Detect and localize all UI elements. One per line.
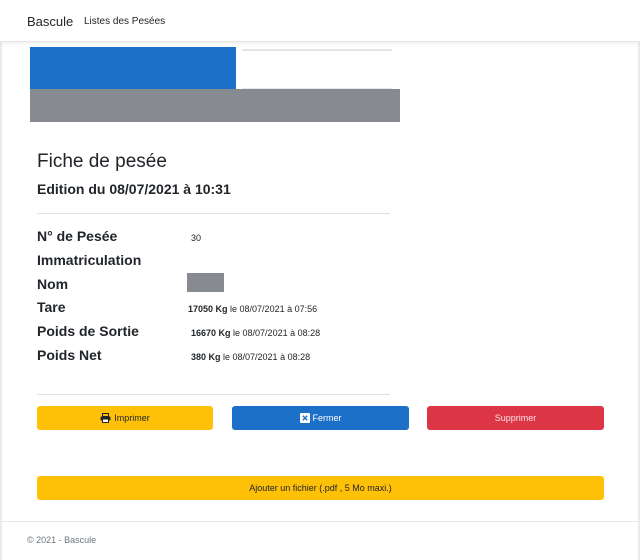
page-subtitle: Edition du 08/07/2021 à 10:31 (37, 181, 231, 197)
sortie-date: le 08/07/2021 à 08:28 (230, 328, 321, 338)
net-weight: 380 Kg (191, 352, 221, 362)
label-nom: Nom (37, 276, 69, 292)
printer-icon (100, 413, 111, 423)
top-navbar: Bascule Listes des Pesées (0, 0, 640, 42)
value-poids-sortie: 16670 Kg le 08/07/2021 à 08:28 (191, 328, 320, 338)
print-button-label: Imprimer (114, 413, 150, 423)
value-numero-pesee: 30 (191, 233, 202, 243)
value-tare: 17050 Kg le 08/07/2021 à 07:56 (188, 304, 317, 314)
footer-divider (0, 521, 640, 522)
label-poids-net: Poids Net (37, 347, 102, 363)
page-title: Fiche de pesée (37, 151, 167, 172)
delete-button[interactable]: Supprimer (427, 406, 604, 430)
value-poids-net: 380 Kg le 08/07/2021 à 08:28 (191, 352, 310, 362)
redacted-block (30, 89, 400, 122)
divider-top (37, 213, 390, 214)
tare-weight: 17050 Kg (188, 304, 228, 314)
redacted-nom-value (187, 273, 224, 292)
delete-button-label: Supprimer (494, 413, 537, 423)
footer: © 2021 - Bascule (27, 535, 97, 545)
label-tare: Tare (37, 299, 66, 315)
close-button[interactable]: Fermer (232, 406, 409, 430)
label-numero-pesee: N° de Pesée (37, 228, 118, 244)
label-poids-sortie: Poids de Sortie (37, 323, 139, 339)
faint-text-line (242, 49, 392, 51)
brand-link[interactable]: Bascule (27, 14, 73, 29)
divider-bottom (37, 394, 390, 395)
sortie-weight: 16670 Kg (191, 328, 231, 338)
tare-date: le 08/07/2021 à 07:56 (227, 304, 318, 314)
nav-link-listes-pesees[interactable]: Listes des Pesées (84, 16, 165, 27)
add-file-button-label: Ajouter un fichier (.pdf , 5 Mo maxi.) (249, 483, 392, 493)
close-square-icon (299, 413, 310, 423)
net-date: le 08/07/2021 à 08:28 (220, 352, 311, 362)
redacted-banner (30, 47, 236, 89)
add-file-button[interactable]: Ajouter un fichier (.pdf , 5 Mo maxi.) (37, 476, 604, 500)
close-button-label: Fermer (312, 413, 342, 423)
label-immatriculation: Immatriculation (37, 252, 142, 268)
page-border-left (0, 0, 2, 560)
print-button[interactable]: Imprimer (37, 406, 213, 430)
